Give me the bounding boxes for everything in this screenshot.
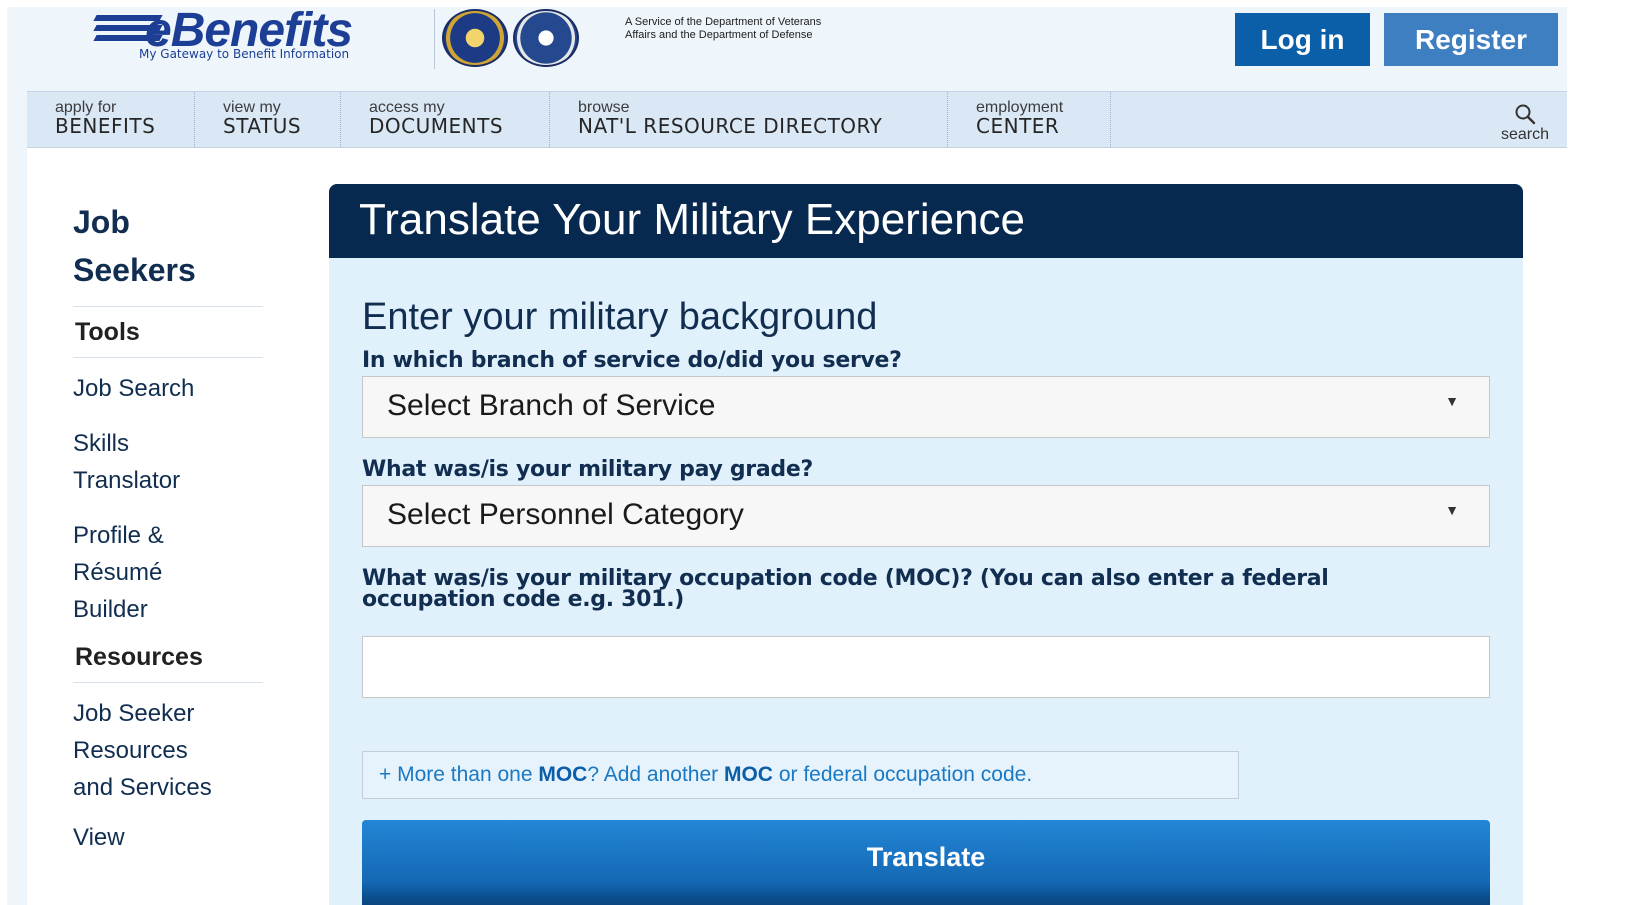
sidebar-heading-tools: Tools [75,318,140,346]
nav-item-label: NAT'L RESOURCE DIRECTORY [578,114,883,138]
sidebar-link-skills-translator[interactable]: Skills Translator [73,416,283,508]
sidebar-link-line: Translator [73,467,181,494]
nav-access-documents[interactable]: access my DOCUMENTS [341,92,550,147]
nav-view-status[interactable]: view my STATUS [195,92,341,147]
caret-down-icon: ▼ [1445,502,1459,518]
nav-item-small-label: access my [369,99,445,116]
add-moc-emphasis: MOC [723,763,773,786]
add-moc-text: + More than one [379,763,539,786]
login-button[interactable]: Log in [1235,13,1370,66]
sidebar-link-job-search[interactable]: Job Search [73,358,283,416]
nav-resource-directory[interactable]: browse NAT'L RESOURCE DIRECTORY [550,92,948,147]
sidebar-link-line: View [73,824,125,851]
moc-question-line: occupation code e.g. 301.) [362,587,685,612]
translate-button[interactable]: Translate [362,820,1490,905]
page-title: Translate Your Military Experience [329,184,1523,258]
moc-question-label: What was/is your military occupation cod… [362,566,1462,612]
sidebar-title: Job Seekers [73,198,283,294]
page: eBenefits My Gateway to Benefit Informat… [7,7,1567,905]
site-header: eBenefits My Gateway to Benefit Informat… [7,7,1567,91]
nav-item-label: STATUS [223,114,302,138]
logo-tagline: My Gateway to Benefit Information [139,47,350,61]
search-label: search [1500,126,1550,143]
nav-employment-center[interactable]: employment CENTER [948,92,1111,147]
branch-question-label: In which branch of service do/did you se… [362,348,902,373]
sidebar-title-line: Seekers [73,252,196,288]
nav-item-small-label: employment [976,99,1064,116]
sidebar-link-line: and Services [73,774,212,801]
ebenefits-logo[interactable]: eBenefits My Gateway to Benefit Informat… [93,7,417,67]
sidebar: Job Seekers Tools Job Search Skills Tran… [73,198,283,865]
va-seal-icon [442,9,508,67]
nav-item-small-label: browse [578,99,630,116]
main-panel: Job Seekers Tools Job Search Skills Tran… [27,148,1567,905]
sidebar-heading-resources: Resources [75,643,203,671]
sidebar-title-line: Job [73,204,130,240]
add-moc-text: ? Add another [587,763,724,786]
add-moc-emphasis: MOC [538,763,588,786]
sidebar-link-profile-builder[interactable]: Profile & Résumé Builder [73,508,283,632]
register-button[interactable]: Register [1384,13,1558,66]
caret-down-icon: ▼ [1445,393,1459,409]
add-moc-button[interactable]: + More than one MOC? Add another MOC or … [362,751,1239,799]
search-icon [1515,104,1536,125]
sidebar-link-line: Skills [73,430,130,457]
add-moc-text: or federal occupation code. [772,763,1033,786]
moc-question-line: What was/is your military occupation cod… [362,566,1329,591]
section-title: Enter your military background [362,296,878,338]
sidebar-link-line: Résumé [73,559,163,586]
sidebar-link-line: Builder [73,596,148,623]
sidebar-link-line: Resources [73,737,188,764]
paygrade-select-value: Select Personnel Category [387,498,744,531]
nav-apply-benefits[interactable]: apply for BENEFITS [27,92,195,147]
paygrade-select[interactable]: Select Personnel Category ▼ [362,485,1490,547]
sidebar-link-line: Profile & [73,522,164,549]
nav-item-label: BENEFITS [55,114,156,138]
main-nav: apply for BENEFITS view my STATUS access… [27,91,1567,148]
branch-select-value: Select Branch of Service [387,389,716,422]
translator-panel: Translate Your Military Experience Enter… [329,184,1523,905]
nav-item-label: DOCUMENTS [369,114,504,138]
moc-input[interactable] [362,636,1490,698]
service-statement: A Service of the Department of Veterans … [625,16,822,41]
sidebar-link-line: Job Search [73,375,195,402]
sidebar-link-line: Job Seeker [73,700,195,727]
paygrade-question-label: What was/is your military pay grade? [362,457,813,482]
branch-select[interactable]: Select Branch of Service ▼ [362,376,1490,438]
nav-search-button[interactable]: search [1490,102,1560,144]
dod-seal-icon [513,9,579,67]
nav-item-small-label: apply for [55,99,117,116]
sidebar-link-job-seeker-resources[interactable]: Job Seeker Resources and Services [73,683,283,815]
nav-item-label: CENTER [976,114,1060,138]
header-divider [434,9,435,69]
sidebar-link-view[interactable]: View [73,815,283,865]
nav-item-small-label: view my [223,99,281,116]
